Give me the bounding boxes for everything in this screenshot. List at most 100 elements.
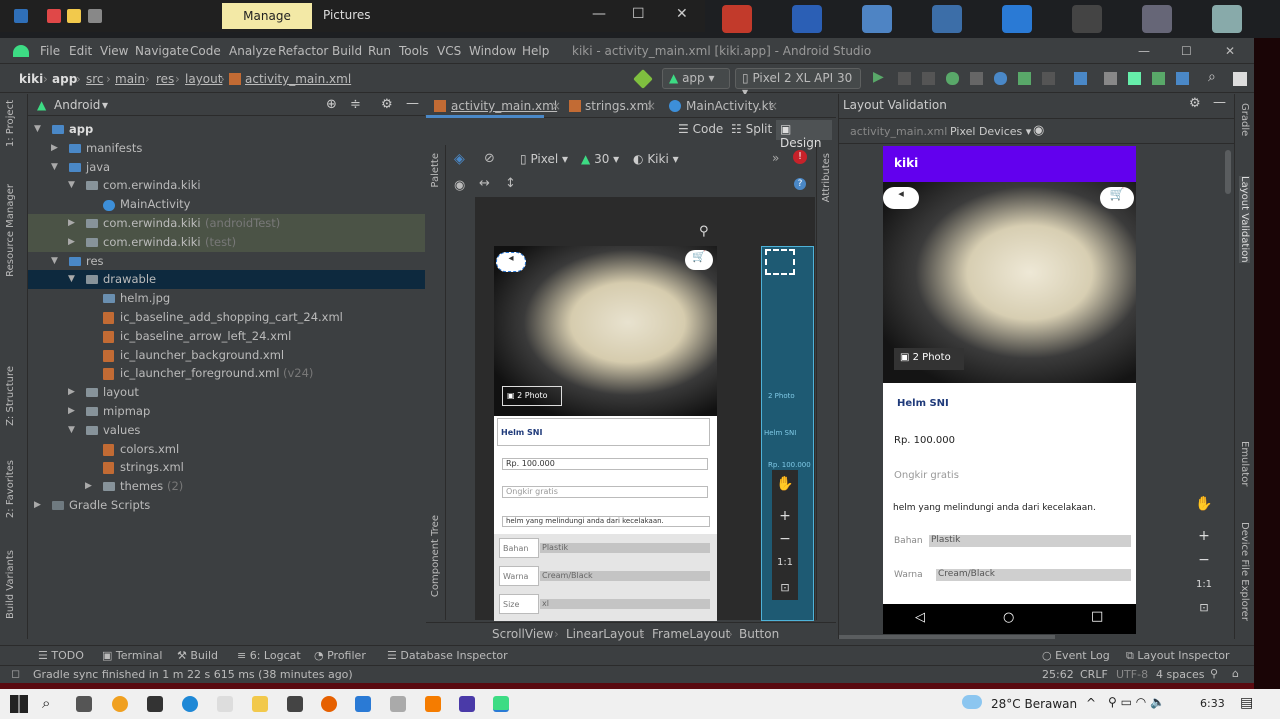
- path-scrollview[interactable]: ScrollView: [492, 627, 553, 641]
- nav-home-icon[interactable]: ○: [1003, 610, 1014, 625]
- android-studio-taskbar-icon[interactable]: [493, 696, 509, 712]
- tree-item[interactable]: ▼ app: [28, 120, 425, 139]
- collapse-icon[interactable]: ≑: [350, 97, 361, 112]
- add-to-cart-icon[interactable]: 🛒: [1100, 187, 1134, 209]
- sublime-icon[interactable]: [425, 696, 441, 712]
- vertical-resize-icon[interactable]: ↕: [505, 176, 516, 191]
- code-mode-button[interactable]: ☰ Code: [678, 122, 723, 136]
- run-icon[interactable]: ▶: [873, 69, 884, 85]
- favorites-tab[interactable]: 2: Favorites: [5, 460, 16, 518]
- tree-item[interactable]: ic_baseline_add_shopping_cart_24.xml: [28, 308, 425, 327]
- chevron-right-icon[interactable]: ▶: [51, 139, 58, 158]
- close-icon[interactable]: ×: [646, 99, 656, 113]
- pan-icon[interactable]: ✋: [775, 474, 795, 494]
- attributes-tab[interactable]: Attributes: [821, 153, 832, 202]
- tab-activity-main[interactable]: activity_main.xml: [426, 94, 557, 118]
- sync-icon[interactable]: [1128, 72, 1141, 85]
- project-view-selector[interactable]: Android: [54, 98, 100, 112]
- attach-debugger-icon[interactable]: [1018, 72, 1031, 85]
- start-icon[interactable]: [10, 695, 28, 713]
- horizontal-scrollbar[interactable]: [839, 635, 1055, 639]
- edge-icon[interactable]: [182, 696, 198, 712]
- tree-item[interactable]: helm.jpg: [28, 289, 425, 308]
- logcat-tab[interactable]: ≡ 6: Logcat: [237, 649, 301, 662]
- chevron-down-icon[interactable]: ▼: [68, 176, 75, 195]
- file-explorer-icon[interactable]: [252, 696, 268, 712]
- device-dropdown[interactable]: ▯ Pixel ▾: [520, 152, 568, 166]
- tray-icons[interactable]: ⚲ ▭ ◠ 🔈: [1108, 695, 1165, 709]
- menu-build[interactable]: Build: [332, 44, 362, 58]
- lock-icon[interactable]: ⚲: [1210, 667, 1218, 680]
- pin-icon[interactable]: ⚲: [699, 224, 709, 239]
- desktop-app-icon[interactable]: [722, 5, 752, 33]
- api-dropdown[interactable]: ▲ 30 ▾: [581, 152, 619, 166]
- breadcrumb-layout[interactable]: layout: [185, 72, 222, 86]
- breadcrumb-project[interactable]: kiki: [19, 72, 43, 86]
- weather-text[interactable]: 28°C Berawan: [991, 697, 1077, 711]
- nav-back-icon[interactable]: ◁: [915, 610, 925, 625]
- tree-item[interactable]: ▶ Gradle Scripts: [28, 496, 425, 515]
- structure-tab[interactable]: Z: Structure: [5, 366, 16, 426]
- hammer-icon[interactable]: [633, 69, 653, 89]
- menu-window[interactable]: Window: [469, 44, 516, 58]
- error-icon[interactable]: !: [793, 150, 807, 164]
- tree-item[interactable]: ▶ com.erwinda.kiki (test): [28, 232, 425, 252]
- emulator-tab[interactable]: Emulator: [1239, 441, 1250, 486]
- menu-vcs[interactable]: VCS: [437, 44, 461, 58]
- project-structure-icon[interactable]: [1074, 72, 1087, 85]
- profiler-tab[interactable]: ◔ Profiler: [314, 649, 366, 662]
- chevron-right-icon[interactable]: ▶: [85, 477, 92, 496]
- sdk-manager-icon[interactable]: [1176, 72, 1189, 85]
- memory-icon[interactable]: ⌂: [1232, 667, 1239, 680]
- palette-tab[interactable]: Palette: [430, 153, 441, 188]
- tree-item[interactable]: colors.xml: [28, 440, 425, 459]
- chevron-right-icon[interactable]: ▶: [68, 383, 75, 402]
- tree-item[interactable]: MainActivity: [28, 195, 425, 214]
- tree-item[interactable]: ▶ com.erwinda.kiki (androidTest): [28, 214, 425, 233]
- chevron-right-icon[interactable]: ▶: [68, 402, 75, 421]
- gradle-tab[interactable]: Gradle: [1239, 103, 1250, 136]
- tree-item[interactable]: ic_launcher_background.xml: [28, 346, 425, 365]
- breadcrumb-res[interactable]: res: [156, 72, 174, 86]
- build-variants-tab[interactable]: Build Variants: [5, 550, 16, 619]
- status-window-icon[interactable]: ◻: [11, 667, 20, 680]
- database-inspector-tab[interactable]: ☰ Database Inspector: [387, 649, 508, 662]
- hide-icon[interactable]: —: [406, 96, 419, 111]
- zoom-out-button[interactable]: −: [1194, 550, 1214, 570]
- horizontal-resize-icon[interactable]: ↔: [479, 176, 490, 191]
- chevron-down-icon[interactable]: ▾: [102, 98, 108, 112]
- chevron-right-icon[interactable]: ▶: [34, 496, 41, 515]
- account-icon[interactable]: [1233, 72, 1247, 86]
- layout-icon[interactable]: [1104, 72, 1117, 85]
- tray-chevron-icon[interactable]: ^: [1086, 696, 1096, 710]
- layout-validation-tab[interactable]: Layout Validation: [1239, 176, 1250, 263]
- eye-icon[interactable]: ◉: [1033, 123, 1044, 138]
- device-file-explorer-tab[interactable]: Device File Explorer: [1239, 522, 1250, 621]
- recycle-bin-icon[interactable]: [1212, 5, 1242, 33]
- eye-icon[interactable]: ◉: [454, 178, 465, 193]
- zoom-actual-button[interactable]: 1:1: [1194, 575, 1214, 595]
- split-mode-button[interactable]: ☷ Split: [731, 122, 772, 136]
- line-separator[interactable]: CRLF: [1080, 668, 1108, 681]
- design-mode-button[interactable]: ▣ Design: [776, 120, 832, 150]
- indent-setting[interactable]: 4 spaces: [1156, 668, 1205, 681]
- help-icon[interactable]: ?: [794, 178, 806, 190]
- ide-minimize-button[interactable]: —: [1138, 44, 1150, 58]
- tools-icon[interactable]: [1142, 5, 1172, 33]
- close-button[interactable]: ✕: [676, 6, 688, 22]
- scrollbar[interactable]: [1225, 150, 1231, 194]
- chevron-right-icon[interactable]: ▶: [68, 233, 75, 252]
- module-selector[interactable]: ▲ app ▾: [662, 68, 730, 89]
- clock[interactable]: 6:33: [1200, 697, 1225, 710]
- tree-item[interactable]: ▼ values: [28, 421, 425, 440]
- app-icon[interactable]: [390, 696, 406, 712]
- computer-icon[interactable]: [932, 5, 962, 33]
- chevron-down-icon[interactable]: ▼: [68, 270, 75, 289]
- tree-item[interactable]: ic_launcher_foreground.xml (v24): [28, 364, 425, 383]
- maximize-button[interactable]: ☐: [632, 6, 645, 22]
- event-log-tab[interactable]: ○ Event Log: [1042, 649, 1110, 662]
- menu-refactor[interactable]: Refactor: [278, 44, 328, 58]
- chrome-icon[interactable]: [112, 696, 128, 712]
- orientation-icon[interactable]: ⊘: [484, 151, 495, 166]
- coverage-icon[interactable]: [970, 72, 983, 85]
